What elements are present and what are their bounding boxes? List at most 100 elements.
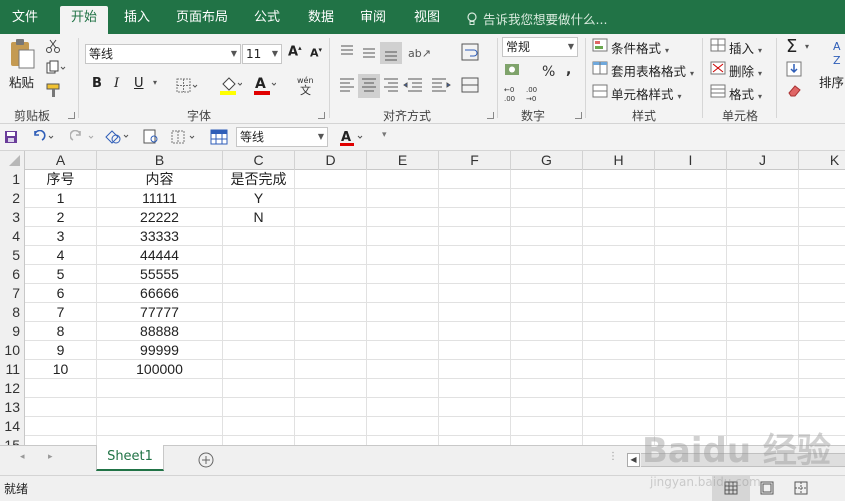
font-launcher[interactable]	[318, 112, 325, 119]
cell[interactable]	[223, 398, 295, 417]
insert-cells-button[interactable]: 插入 ▾	[729, 38, 762, 57]
save-icon[interactable]	[4, 130, 18, 144]
cell[interactable]	[295, 436, 367, 445]
cell[interactable]	[223, 322, 295, 341]
cell[interactable]	[655, 227, 727, 246]
number-format-select[interactable]: 常规 ▼	[502, 37, 578, 57]
grow-font-icon[interactable]: A▴	[288, 44, 302, 59]
cell[interactable]	[367, 208, 439, 227]
cell[interactable]	[97, 379, 223, 398]
row-header[interactable]: 10	[0, 341, 25, 360]
cell[interactable]	[727, 189, 799, 208]
font-size-select[interactable]: 11 ▼	[242, 44, 282, 64]
cell-style-button[interactable]: 单元格样式 ▾	[611, 84, 682, 103]
autosum-icon[interactable]: Σ	[786, 36, 797, 57]
cell[interactable]	[439, 436, 511, 445]
row-header[interactable]: 1	[0, 170, 25, 189]
cell[interactable]	[25, 379, 97, 398]
cell[interactable]	[655, 170, 727, 189]
cell[interactable]	[583, 322, 655, 341]
fill-color-icon[interactable]	[218, 74, 242, 96]
cell[interactable]	[727, 284, 799, 303]
cell[interactable]	[511, 265, 583, 284]
tab-insert[interactable]: 插入	[112, 8, 162, 34]
add-sheet-icon[interactable]	[198, 452, 214, 468]
cell[interactable]	[583, 341, 655, 360]
column-header-i[interactable]: I	[655, 151, 727, 170]
qat-font-color-icon[interactable]: A	[338, 128, 368, 148]
cell[interactable]: 9	[25, 341, 97, 360]
cell[interactable]	[223, 417, 295, 436]
decimal-icons[interactable]: ←0.00.00→0	[504, 84, 544, 102]
cell[interactable]	[655, 360, 727, 379]
currency-percent-comma-icons[interactable]: %,	[504, 60, 580, 82]
cell[interactable]: 88888	[97, 322, 223, 341]
column-header-j[interactable]: J	[727, 151, 799, 170]
delete-cells-button[interactable]: 删除 ▾	[729, 61, 762, 80]
vertical-align-icons[interactable]: ab↗	[338, 42, 458, 64]
format-painter-icon[interactable]	[45, 82, 63, 98]
sort-filter-icon[interactable]: AZ	[829, 38, 845, 68]
cell[interactable]	[223, 341, 295, 360]
cell[interactable]	[439, 246, 511, 265]
row-header[interactable]: 6	[0, 265, 25, 284]
tab-review[interactable]: 审阅	[350, 8, 396, 34]
cell[interactable]	[439, 322, 511, 341]
cell[interactable]	[655, 208, 727, 227]
column-header-b[interactable]: B	[97, 151, 223, 170]
horizontal-align-icons[interactable]	[338, 74, 460, 98]
cell[interactable]	[727, 398, 799, 417]
scroll-right-icon[interactable]: ▸	[48, 452, 53, 462]
cell[interactable]: 33333	[97, 227, 223, 246]
cell[interactable]	[439, 360, 511, 379]
cell[interactable]	[583, 265, 655, 284]
column-header-f[interactable]: F	[439, 151, 511, 170]
cell[interactable]	[367, 417, 439, 436]
cell[interactable]	[511, 436, 583, 445]
cell[interactable]	[367, 189, 439, 208]
cell[interactable]	[439, 265, 511, 284]
cell[interactable]	[799, 265, 845, 284]
borders-qat-icon[interactable]	[170, 129, 200, 145]
cell[interactable]	[97, 417, 223, 436]
cell[interactable]	[367, 398, 439, 417]
cell[interactable]	[511, 208, 583, 227]
cell[interactable]	[367, 436, 439, 445]
phonetic-icon[interactable]: wén文	[296, 74, 318, 96]
cell[interactable]	[439, 398, 511, 417]
cell[interactable]	[655, 341, 727, 360]
cell[interactable]	[511, 227, 583, 246]
row-header[interactable]: 2	[0, 189, 25, 208]
cell[interactable]: 3	[25, 227, 97, 246]
cell[interactable]	[367, 246, 439, 265]
cell[interactable]	[295, 417, 367, 436]
cell[interactable]	[439, 417, 511, 436]
cell[interactable]	[367, 170, 439, 189]
bold-icon[interactable]: B	[92, 76, 102, 91]
cell[interactable]	[25, 398, 97, 417]
cell[interactable]	[655, 398, 727, 417]
cell[interactable]	[295, 170, 367, 189]
cell[interactable]	[583, 170, 655, 189]
cell[interactable]	[727, 379, 799, 398]
cell[interactable]	[511, 341, 583, 360]
cell[interactable]	[727, 265, 799, 284]
hscroll-left-button[interactable]: ◀	[627, 453, 640, 467]
cell[interactable]	[799, 341, 845, 360]
conditional-format-button[interactable]: 条件格式 ▾	[611, 38, 669, 57]
cell[interactable]	[655, 379, 727, 398]
table-format-button[interactable]: 套用表格格式 ▾	[611, 61, 694, 80]
row-header[interactable]: 9	[0, 322, 25, 341]
column-header-k[interactable]: K	[799, 151, 845, 170]
cell[interactable]	[655, 322, 727, 341]
cell[interactable]: 6	[25, 284, 97, 303]
cell[interactable]	[295, 398, 367, 417]
cell[interactable]	[727, 246, 799, 265]
table-icon[interactable]	[210, 128, 228, 146]
cell[interactable]	[439, 227, 511, 246]
cell[interactable]	[223, 303, 295, 322]
cell[interactable]	[223, 265, 295, 284]
scroll-left-icon[interactable]: ◂	[20, 452, 25, 462]
cell[interactable]	[511, 322, 583, 341]
font-color-icon[interactable]: A	[252, 74, 276, 96]
